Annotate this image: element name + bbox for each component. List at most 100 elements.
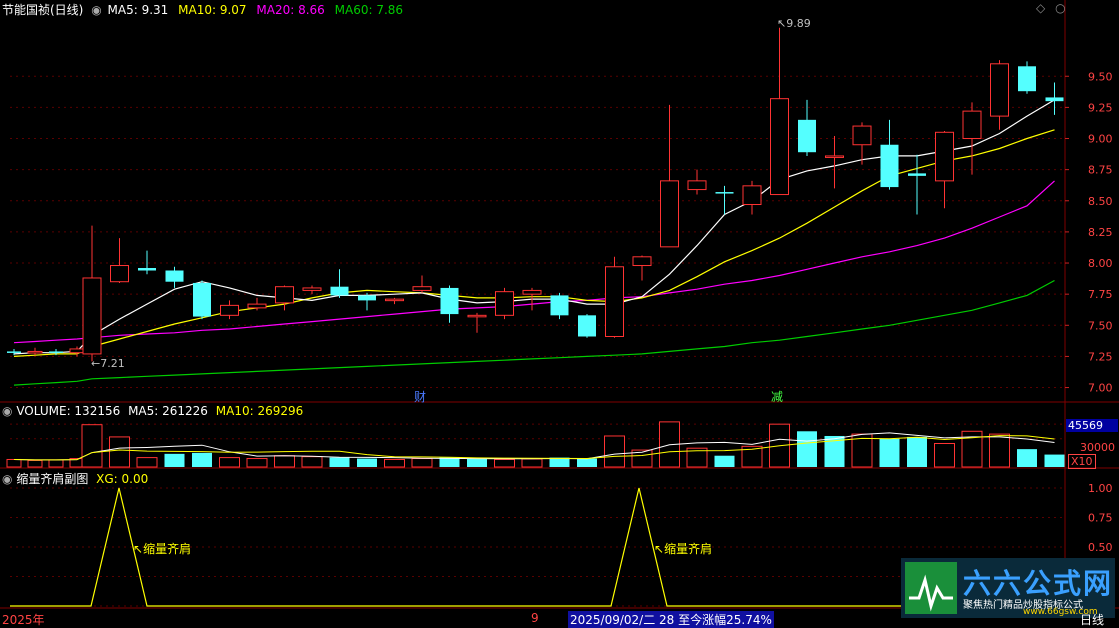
sub-y-tick-label: 0.50 (1088, 541, 1113, 554)
volume-bar (136, 457, 158, 468)
diamond-icon[interactable]: ◇ (1036, 1, 1045, 15)
y-tick-label: 8.25 (1088, 226, 1113, 239)
candle-body (935, 131, 954, 182)
volume-bar (301, 456, 323, 468)
volume-bar (48, 459, 64, 468)
low-annotation: ←7.21 (91, 357, 125, 370)
volume-bar (164, 453, 185, 467)
volume-bar (109, 436, 130, 468)
stock-title[interactable]: 节能国祯(日线) (2, 3, 83, 17)
candle-body (605, 266, 624, 337)
candle-body (110, 265, 129, 283)
pattern-label-2-text: 缩量齐肩 (664, 542, 713, 556)
vol-ma5-readout: MA5: 261226 (128, 404, 208, 418)
ma60-readout: MA60: 7.86 (334, 3, 404, 17)
candle-body (852, 125, 872, 146)
high-value: 9.89 (786, 17, 811, 30)
sub-y-tick-label: 1.00 (1088, 482, 1113, 495)
volume-bar (1044, 454, 1065, 467)
candle-body (27, 350, 43, 354)
candle-body (358, 295, 376, 301)
candle-body (962, 110, 982, 140)
volume-bar (246, 458, 268, 468)
vol-axis-unit: X10 (1068, 454, 1096, 469)
candle-body (82, 277, 102, 355)
y-tick-label: 7.50 (1088, 319, 1113, 332)
volume-bar (467, 459, 487, 467)
ma20-readout: MA20: 8.66 (256, 3, 325, 17)
low-value: 7.21 (100, 357, 125, 370)
y-tick-label: 9.25 (1088, 101, 1113, 114)
volume-bar (357, 458, 377, 467)
candle-body (165, 270, 184, 282)
ma5-readout: MA5: 9.31 (107, 3, 169, 17)
footer-range-info: 2025/09/02/二 28 至今涨幅25.74% (568, 611, 774, 628)
tag-jian[interactable]: 减 (771, 388, 783, 405)
volume-bar (521, 458, 543, 468)
window-controls: ◇ ○ (1036, 1, 1066, 15)
volume-bar (577, 458, 597, 467)
candle-body (825, 155, 844, 158)
ma20-line (13, 180, 1055, 344)
stock-chart: 7.00 7.25 7.50 7.75 8.00 8.25 8.50 8.75 9.00 9.25… (0, 0, 1119, 609)
y-tick-label: 7.75 (1088, 288, 1113, 301)
volume-bar (411, 458, 433, 468)
circle-icon[interactable]: ○ (1055, 1, 1065, 15)
candle-body (330, 286, 349, 296)
sub-chart-header: ◉ 缩量齐肩副图 XG: 0.00 (2, 470, 148, 487)
volume-bar (907, 436, 927, 467)
sub-chart-title[interactable]: 缩量齐肩副图 (16, 472, 88, 486)
ma5-line (13, 99, 1055, 355)
pattern-label-1-text: 缩量齐肩 (143, 542, 192, 556)
candle-body (908, 173, 926, 176)
y-tick-label: 8.50 (1088, 195, 1113, 208)
volume-bar (192, 452, 212, 467)
candle-body (742, 185, 762, 206)
volume-bar (6, 458, 22, 468)
candle-body (440, 287, 459, 315)
candle-body (1018, 66, 1036, 92)
candle-body (49, 351, 63, 353)
volume-bar (797, 431, 817, 467)
candle-body (412, 286, 432, 291)
volume-bar (934, 443, 955, 468)
volume-bar (274, 455, 295, 468)
y-tick-label: 9.50 (1088, 70, 1113, 83)
candle-body (7, 351, 21, 353)
footer-month: 9 (531, 611, 539, 625)
volume-bar (494, 458, 515, 468)
candle-body (385, 298, 404, 302)
pattern-label-2: ↖缩量齐肩 (654, 542, 713, 556)
y-tick-label: 8.00 (1088, 257, 1113, 270)
collapse-icon[interactable]: ◉ (2, 472, 12, 486)
candle-body (687, 180, 707, 191)
candle-body (990, 63, 1009, 117)
candle-body (770, 98, 789, 196)
y-tick-label: 7.25 (1088, 350, 1113, 363)
candle-body (69, 348, 85, 354)
candle-body (660, 180, 679, 248)
footer-period[interactable]: 日线 (1080, 611, 1104, 628)
volume-bar (329, 457, 350, 467)
candle-body (193, 282, 211, 317)
collapse-icon[interactable]: ◉ (91, 3, 101, 17)
volume-bar (604, 435, 625, 468)
footer-year: 2025年 (2, 613, 45, 627)
candle-body (220, 304, 239, 316)
volume-readout: VOLUME: 132156 (16, 404, 121, 418)
candle-body (522, 289, 542, 295)
volume-bar (439, 457, 460, 467)
y-tick-label: 9.00 (1088, 133, 1113, 146)
sub-y-tick-label: 0.75 (1088, 512, 1113, 525)
volume-bar (219, 457, 240, 468)
collapse-icon[interactable]: ◉ (2, 404, 12, 418)
vol-axis-top-value: 45569 (1066, 419, 1118, 432)
pattern-label-1: ↖缩量齐肩 (133, 542, 192, 556)
volume-bar (714, 455, 735, 467)
candle-body (715, 192, 734, 194)
candle-body (578, 315, 596, 337)
y-tick-label: 8.75 (1088, 164, 1113, 177)
xg-readout: XG: 0.00 (96, 472, 149, 486)
high-annotation: ↖9.89 (777, 17, 811, 30)
tag-cai[interactable]: 财 (414, 388, 426, 405)
